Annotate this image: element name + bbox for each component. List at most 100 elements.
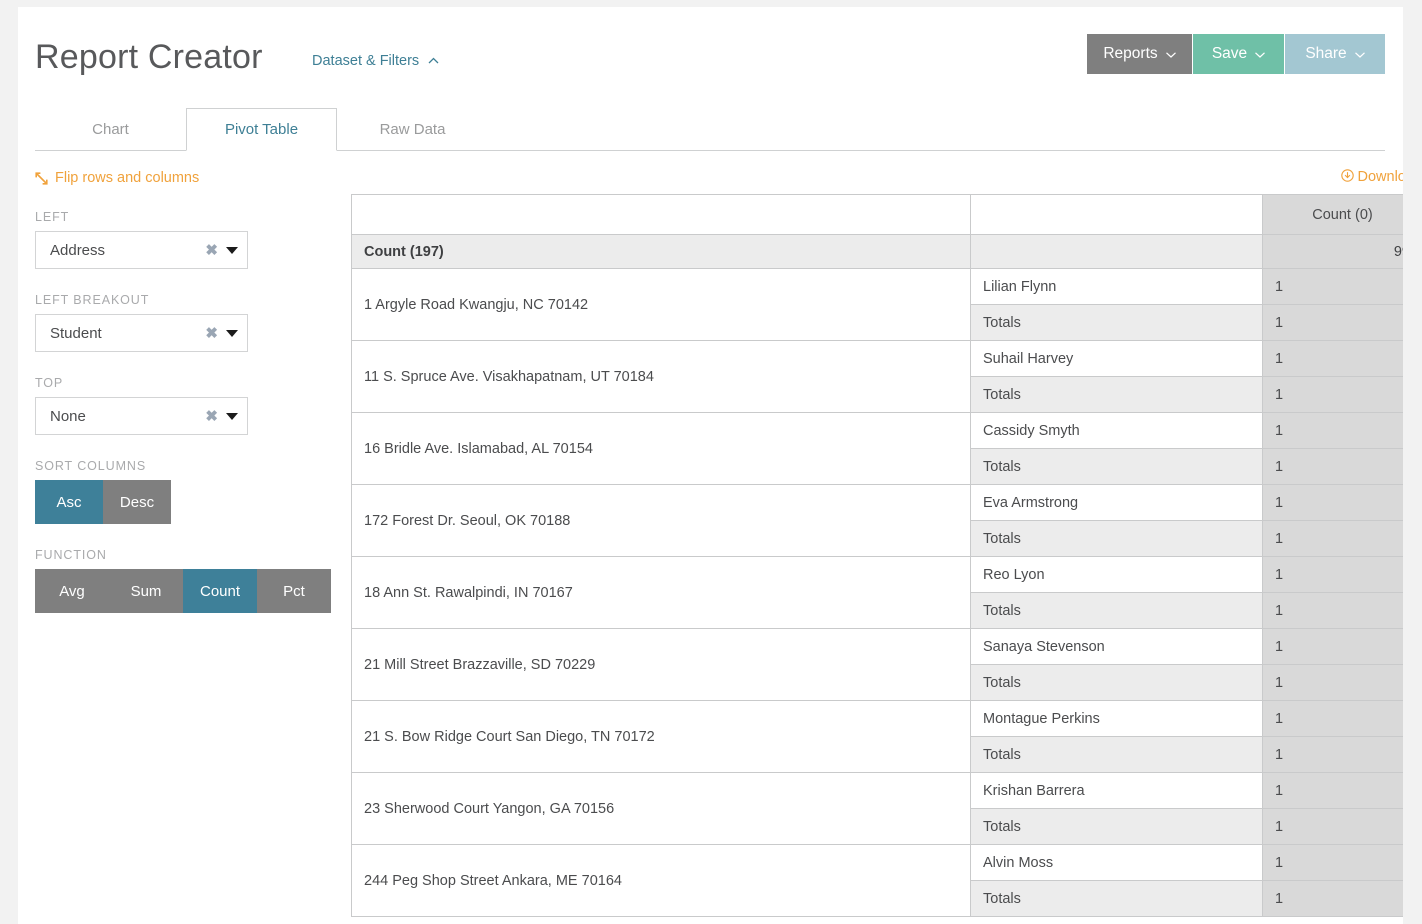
share-button-label: Share [1305,45,1347,62]
table-header-row: Count (0) [351,194,1403,235]
pivot-table-area: Download Count (0) Count (197) [351,151,1403,917]
totals-count-cell: 1 [1262,664,1403,701]
tab-chart[interactable]: Chart [35,108,186,150]
function-pct-button[interactable]: Pct [257,569,331,613]
totals-count-cell: 1 [1262,808,1403,845]
download-label: Download [1357,169,1404,185]
student-count-cell: 1 [1262,700,1403,737]
tab-raw-data[interactable]: Raw Data [337,108,488,150]
sort-desc-button[interactable]: Desc [103,480,171,524]
summary-label: Count (197) [351,234,971,269]
save-button-label: Save [1211,45,1248,62]
student-link[interactable]: Cassidy Smyth [970,412,1263,449]
table-row: 1 Argyle Road Kwangju, NC 70142 Lilian Fl… [351,268,1403,341]
student-link[interactable]: Suhail Harvey [970,340,1263,377]
student-link[interactable]: Reo Lyon [970,556,1263,593]
student-link[interactable]: Krishan Barrera [970,772,1263,809]
report-creator-page: Report Creator Dataset & Filters Reports… [18,7,1403,924]
totals-count-cell: 1 [1262,520,1403,557]
summary-row: Count (197) 99 [351,234,1403,269]
sort-asc-button[interactable]: Asc [35,480,103,524]
download-circle-icon [1340,169,1354,186]
clear-icon[interactable]: ✖ [205,409,218,424]
header-button-group: Reports Save Share [1087,34,1385,74]
function-sum-button[interactable]: Sum [109,569,183,613]
table-row: 11 S. Spruce Ave. Visakhapatnam, UT 7018… [351,340,1403,413]
chevron-down-icon[interactable] [226,329,238,337]
reports-button[interactable]: Reports [1087,34,1192,74]
address-column-header [351,194,971,235]
left-field-select[interactable]: Address ✖ [35,231,248,269]
table-row: 21 Mill Street Brazzaville, SD 70229 Sana… [351,628,1403,701]
view-tabs: Chart Pivot Table Raw Data [35,101,1385,151]
download-button[interactable]: Download [351,168,1403,185]
tab-raw-data-label: Raw Data [379,120,446,138]
left-field-label: LEFT [35,210,70,224]
left-breakout-field-value: Student [50,324,102,342]
left-breakout-field-label: LEFT BREAKOUT [35,293,150,307]
table-row: 172 Forest Dr. Seoul, OK 70188 Eva Armstr… [351,484,1403,557]
diagonal-double-arrow-icon [35,171,48,185]
top-field-label: TOP [35,376,64,390]
tab-chart-label: Chart [92,120,129,138]
clear-icon[interactable]: ✖ [205,326,218,341]
flip-rows-columns-label: Flip rows and columns [55,170,200,186]
student-count-cell: 1 [1262,844,1403,881]
chevron-down-icon[interactable] [226,412,238,420]
flip-rows-columns-button[interactable]: Flip rows and columns [35,170,335,186]
function-avg-button[interactable]: Avg [35,569,109,613]
left-field-value: Address [50,241,106,259]
totals-label-cell: Totals [970,664,1263,701]
left-breakout-field-select[interactable]: Student ✖ [35,314,248,352]
address-cell: 21 S. Bow Ridge Court San Diego, TN 7017… [351,700,971,773]
dataset-filters-label: Dataset & Filters [312,53,420,69]
student-count-cell: 1 [1262,772,1403,809]
student-link[interactable]: Sanaya Stevenson [970,628,1263,665]
address-cell: 21 Mill Street Brazzaville, SD 70229 [351,628,971,701]
totals-count-cell: 1 [1262,448,1403,485]
chevron-up-icon [428,53,439,67]
chevron-down-icon [1354,50,1365,61]
student-column-header [970,194,1263,235]
reports-button-label: Reports [1103,45,1158,62]
page-title: Report Creator [35,38,263,76]
address-cell: 1 Argyle Road Kwangju, NC 70142 [351,268,971,341]
student-link[interactable]: Lilian Flynn [970,268,1263,305]
summary-count: 99 [1262,234,1403,269]
pivot-table: Count (0) Count (197) 99 1 Argyle Road K… [351,194,1403,917]
chevron-down-icon [1255,50,1266,61]
table-row: 21 S. Bow Ridge Court San Diego, TN 7017… [351,700,1403,773]
chevron-down-icon [1165,50,1176,61]
top-field-value: None [50,407,86,425]
function-count-button[interactable]: Count [183,569,257,613]
chevron-down-icon[interactable] [226,246,238,254]
tab-pivot-table-label: Pivot Table [224,121,299,138]
save-button[interactable]: Save [1193,34,1284,74]
totals-label-cell: Totals [970,880,1263,917]
totals-label-cell: Totals [970,520,1263,557]
totals-label-cell: Totals [970,448,1263,485]
sort-columns-group: Asc Desc [35,480,335,524]
totals-count-cell: 1 [1262,376,1403,413]
address-cell: 244 Peg Shop Street Ankara, ME 70164 [351,844,971,917]
table-row: 18 Ann St. Rawalpindi, IN 70167 Reo Lyon 1 [351,556,1403,629]
student-link[interactable]: Montague Perkins [970,700,1263,737]
count-column-header: Count (0) [1262,194,1403,235]
dataset-filters-toggle[interactable]: Dataset & Filters [312,53,439,69]
table-row: 244 Peg Shop Street Ankara, ME 70164 Alvi… [351,844,1403,917]
sort-columns-label: SORT COLUMNS [35,459,147,473]
top-field-select[interactable]: None ✖ [35,397,248,435]
student-count-cell: 1 [1262,268,1403,305]
totals-label-cell: Totals [970,304,1263,341]
student-link[interactable]: Eva Armstrong [970,484,1263,521]
address-cell: 23 Sherwood Court Yangon, GA 70156 [351,772,971,845]
student-link[interactable]: Alvin Moss [970,844,1263,881]
tab-pivot-table[interactable]: Pivot Table [186,108,337,151]
totals-label-cell: Totals [970,592,1263,629]
totals-count-cell: 1 [1262,736,1403,773]
student-count-cell: 1 [1262,412,1403,449]
totals-count-cell: 1 [1262,304,1403,341]
share-button[interactable]: Share [1285,34,1385,74]
totals-count-cell: 1 [1262,592,1403,629]
clear-icon[interactable]: ✖ [205,243,218,258]
